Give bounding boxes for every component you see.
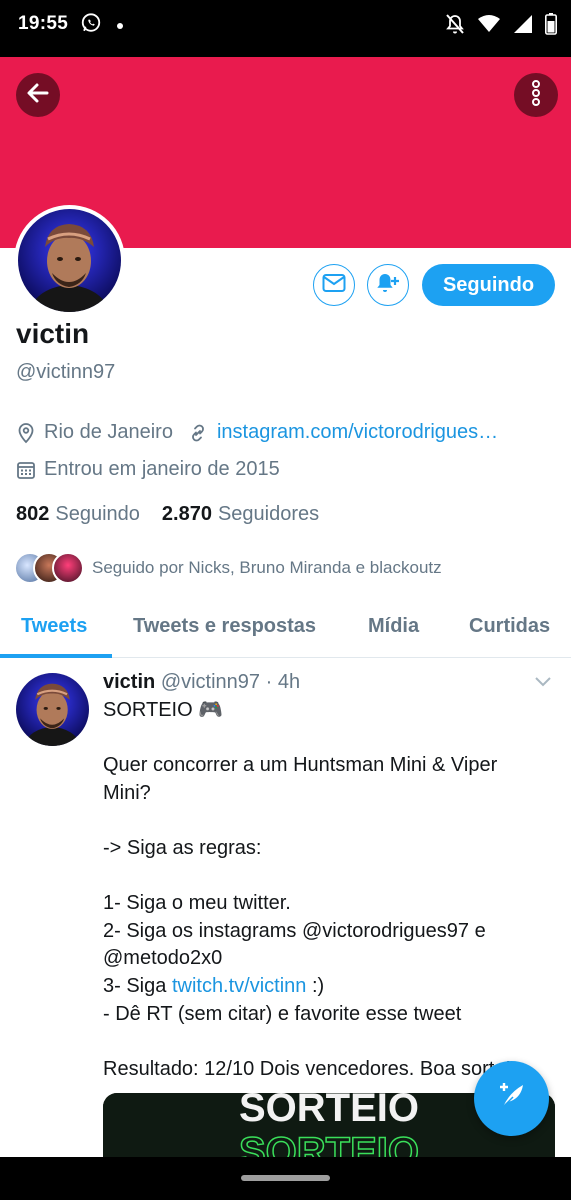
- profile-meta-joined: Entrou em janeiro de 2015: [16, 458, 280, 481]
- website-link[interactable]: instagram.com/victorodrigues…: [217, 421, 498, 444]
- follower-avatars: [14, 552, 84, 584]
- profile-tabs: Tweets Tweets e respostas Mídia Curtidas: [0, 600, 571, 658]
- notifications-off-icon: [445, 13, 465, 40]
- tab-likes[interactable]: Curtidas: [469, 615, 550, 638]
- tweet-link[interactable]: twitch.tv/victinn: [172, 975, 306, 997]
- tweet-line: -> Siga as regras:: [103, 836, 262, 859]
- tweet-line: Quer concorrer a um Huntsman Mini & Vipe…: [103, 754, 503, 804]
- system-navigation-bar: [0, 1157, 571, 1200]
- tweet-line: 3- Siga twitch.tv/victinn :): [103, 973, 548, 1001]
- handle: @victinn97: [16, 361, 116, 383]
- bell-plus-icon: [375, 271, 401, 300]
- tweet-line: 1- Siga o meu twitter.: [103, 892, 291, 915]
- tweet-line: SORTEIO 🎮: [103, 699, 224, 721]
- tweet-text: SORTEIO 🎮 Quer concorrer a um Huntsman M…: [103, 697, 548, 1083]
- tab-tweets-and-replies[interactable]: Tweets e respostas: [133, 615, 316, 638]
- compose-tweet-button[interactable]: [474, 1061, 549, 1136]
- tweet-time: · 4h: [265, 671, 301, 693]
- calendar-icon: [16, 460, 36, 480]
- signal-icon: [513, 14, 533, 39]
- joined-text: Entrou em janeiro de 2015: [44, 458, 280, 480]
- tweet-line: 2- Siga os instagrams @victorodrigues97 …: [103, 919, 492, 970]
- tab-media[interactable]: Mídia: [368, 615, 419, 638]
- status-bar: 19:55: [0, 0, 571, 57]
- compose-feather-icon: [495, 1079, 529, 1118]
- arrow-left-icon: [25, 80, 51, 111]
- active-tab-indicator: [0, 654, 112, 658]
- tweet-header: victin @victinn97 · 4h: [103, 671, 300, 694]
- notifications-button[interactable]: [367, 264, 409, 306]
- followers-count-link[interactable]: 2.870 Seguidores: [162, 503, 319, 526]
- following-count-link[interactable]: 802 Seguindo: [16, 503, 140, 526]
- tweet-avatar[interactable]: [16, 673, 89, 746]
- battery-icon: [545, 13, 557, 40]
- location-text: Rio de Janeiro: [44, 421, 173, 443]
- followers-label: Seguidores: [217, 503, 320, 525]
- tab-tweets[interactable]: Tweets: [21, 615, 87, 638]
- follower-avatar: [52, 552, 84, 584]
- status-time: 19:55: [18, 13, 69, 34]
- profile-meta-location-website: Rio de Janeiro instagram.com/victorodrig…: [16, 421, 498, 444]
- media-title: SORTEIO: [239, 1093, 419, 1130]
- link-icon: [187, 422, 209, 444]
- message-button[interactable]: [313, 264, 355, 306]
- home-gesture-pill[interactable]: [241, 1175, 330, 1181]
- dot-icon: [116, 17, 124, 35]
- follow-counts: 802 Seguindo 2.870 Seguidores: [16, 503, 319, 526]
- wifi-icon: [477, 14, 501, 39]
- profile-avatar[interactable]: [14, 205, 125, 316]
- tweet-line: - Dê RT (sem citar) e favorite esse twee…: [103, 1002, 462, 1025]
- followed-by-text: Seguido por Nicks, Bruno Miranda e black…: [92, 558, 442, 577]
- avatar-image: [18, 209, 121, 312]
- back-button[interactable]: [16, 73, 60, 117]
- tweet-author-handle: @victinn97: [160, 671, 261, 693]
- followed-by[interactable]: Seguido por Nicks, Bruno Miranda e black…: [14, 552, 442, 584]
- mail-icon: [322, 273, 346, 298]
- following-count: 802: [16, 503, 50, 525]
- display-name: victin: [16, 318, 90, 349]
- tweet-author-name[interactable]: victin: [103, 671, 155, 693]
- more-vertical-icon: [530, 79, 542, 112]
- tweet-text-span: :): [306, 974, 325, 997]
- tweet-text-span: 3- Siga: [103, 974, 172, 997]
- chevron-down-icon[interactable]: [534, 674, 552, 692]
- followers-count: 2.870: [161, 503, 212, 525]
- following-button[interactable]: Seguindo: [422, 264, 555, 306]
- more-options-button[interactable]: [514, 73, 558, 117]
- following-label: Seguindo: [55, 503, 140, 525]
- whatsapp-icon: [80, 12, 102, 39]
- location-pin-icon: [16, 422, 36, 444]
